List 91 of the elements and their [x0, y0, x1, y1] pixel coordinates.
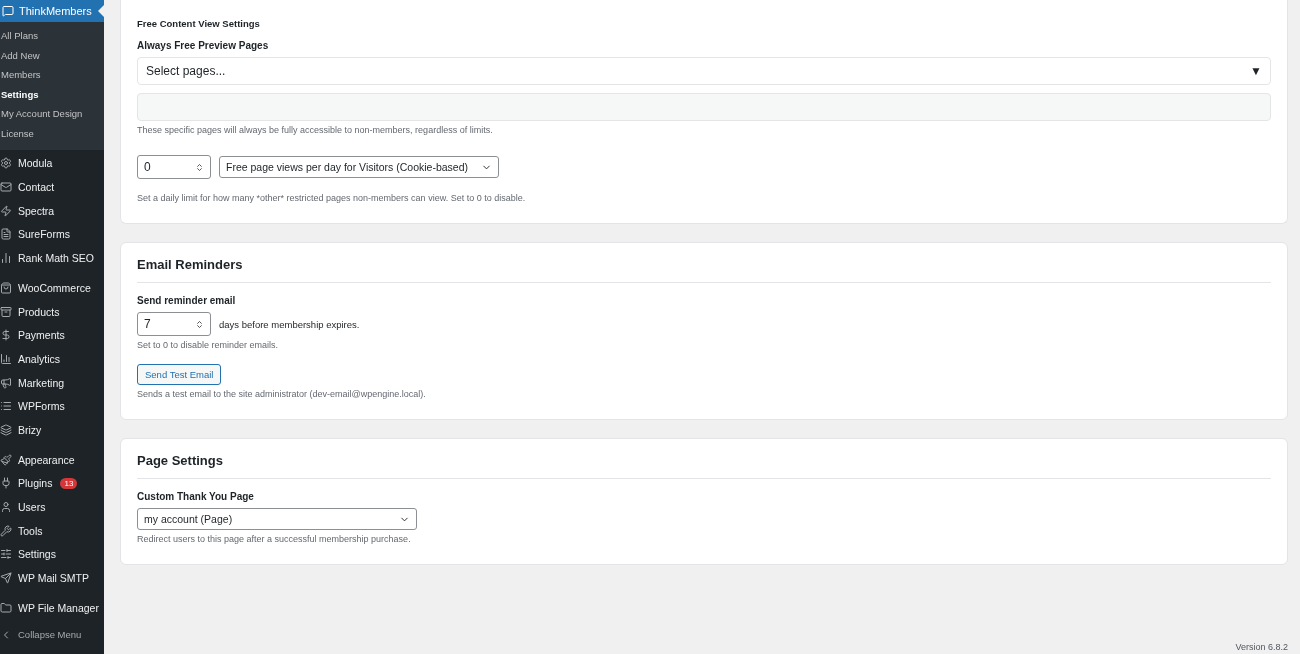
sliders-icon	[0, 548, 12, 561]
number-input[interactable]: 7	[137, 312, 211, 336]
number-input[interactable]: 0	[137, 155, 211, 179]
help-text: These specific pages will always be fully accessible to non-members, regardless of limits.	[137, 125, 494, 135]
submenu-item[interactable]: All Plans	[0, 26, 104, 46]
field-label: Send reminder email	[137, 295, 237, 306]
menu-item[interactable]: Rank Math SEO	[0, 246, 104, 270]
field-label: Custom Thank You Page	[137, 491, 255, 502]
menu-item[interactable]: Spectra	[0, 198, 104, 223]
limit-type-select[interactable]: Free page views per day for Visitors (Cookie-based)	[219, 156, 499, 178]
menu-item[interactable]: Marketing	[0, 370, 104, 395]
selected-pages-field[interactable]	[137, 93, 1271, 121]
dollar-icon	[0, 329, 12, 342]
submenu-item[interactable]: My Account Design	[0, 104, 104, 124]
menu-label: Products	[18, 305, 60, 318]
submenu-item[interactable]: Settings	[0, 84, 104, 105]
megaphone-icon	[0, 376, 12, 389]
menu-label: Brizy	[18, 423, 42, 436]
page-select[interactable]: my account (Page)	[137, 508, 417, 530]
field-label: Always Free Preview Pages	[137, 40, 270, 51]
send-test-email-button[interactable]: Send Test Email	[137, 364, 222, 385]
bag-icon	[0, 281, 12, 294]
menu-item[interactable]: Users	[0, 495, 104, 519]
version-text: Version 6.8.2	[1235, 642, 1288, 652]
menu-item[interactable]: Brizy	[0, 418, 104, 442]
archive-icon	[0, 305, 12, 318]
menu-label: Contact	[18, 181, 55, 194]
menu-label: Spectra	[18, 204, 55, 217]
brush-icon	[0, 453, 12, 466]
menu-item[interactable]: WP File Manager	[0, 595, 104, 620]
help-text: Set a daily limit for how many *other* restricted pages non-members can view. Set to 0 to disable.	[137, 193, 527, 203]
menu-item[interactable]: SureForms	[0, 222, 104, 247]
user-icon	[0, 501, 12, 514]
menu-item[interactable]: Analytics	[0, 347, 104, 371]
menu-label: Rank Math SEO	[18, 252, 94, 265]
menu-label: Tools	[18, 524, 43, 537]
section-heading: Page Settings	[137, 453, 1271, 479]
menu-item[interactable]: Products	[0, 299, 104, 324]
menu-label: WooCommerce	[18, 281, 91, 294]
spinner-icon	[195, 319, 204, 329]
menu-item[interactable]: WP Mail SMTP	[0, 566, 104, 590]
section-heading: Email Reminders	[137, 257, 1271, 283]
menu-label: Plugins	[18, 477, 53, 490]
menu-label: Payments	[18, 329, 65, 342]
dropdown-arrow: ▼	[1250, 64, 1262, 78]
help-text: Redirect users to this page after a successful membership purchase.	[137, 534, 412, 544]
menu-item[interactable]: Settings	[0, 542, 104, 567]
menu-label: Modula	[18, 157, 53, 170]
menu-label: Settings	[18, 548, 56, 561]
menu-label: Analytics	[18, 352, 60, 365]
collapse-label: Collapse Menu	[18, 629, 82, 641]
plug-icon	[0, 477, 12, 490]
menu-label: WPForms	[18, 400, 65, 413]
document-icon	[0, 228, 12, 241]
bolt-icon	[0, 204, 12, 217]
folder-icon	[0, 601, 12, 614]
menu-label: ThinkMembers	[19, 5, 92, 17]
menu-item[interactable]: Payments	[0, 323, 104, 348]
gear-icon	[0, 157, 12, 170]
menu-label: SureForms	[18, 228, 70, 241]
bar-chart-icon	[0, 352, 12, 365]
menu-label: Appearance	[18, 453, 75, 466]
menu-label: Marketing	[18, 376, 65, 389]
menu-item[interactable]: Modula	[0, 151, 104, 176]
menu-label: WP Mail SMTP	[18, 572, 89, 585]
menu-item[interactable]: Appearance	[0, 447, 104, 472]
wrench-icon	[0, 524, 12, 537]
layers-icon	[0, 423, 12, 436]
menu-item[interactable]: Plugins 13	[0, 471, 104, 496]
help-text: Set to 0 to disable reminder emails.	[137, 340, 280, 350]
collapse-menu-button[interactable]: Collapse Menu	[0, 623, 104, 646]
help-text: Sends a test email to the site administrator (dev-email@wpengine.local).	[137, 389, 427, 399]
menu-label: Users	[18, 501, 46, 514]
pages-select[interactable]: Select pages... ▼	[137, 57, 1271, 85]
submenu-item[interactable]: Add New	[0, 45, 104, 66]
field-suffix: days before membership expires.	[219, 318, 360, 330]
section-title: Free Content View Settings	[137, 18, 261, 29]
menu-item[interactable]: Contact	[0, 175, 104, 199]
menu-item[interactable]: WooCommerce	[0, 276, 104, 300]
submenu-item[interactable]: Members	[0, 65, 104, 85]
message-icon	[2, 5, 14, 17]
count-badge: 13	[60, 477, 78, 489]
bar-chart-icon	[0, 252, 12, 265]
menu-label: WP File Manager	[18, 601, 99, 614]
envelope-icon	[0, 181, 12, 194]
list-icon	[0, 400, 12, 413]
spinner-icon	[195, 162, 204, 172]
menu-item[interactable]: WPForms	[0, 394, 104, 419]
submenu-item[interactable]: License	[0, 123, 104, 144]
menu-item[interactable]: Tools	[0, 518, 104, 543]
send-icon	[0, 572, 12, 585]
